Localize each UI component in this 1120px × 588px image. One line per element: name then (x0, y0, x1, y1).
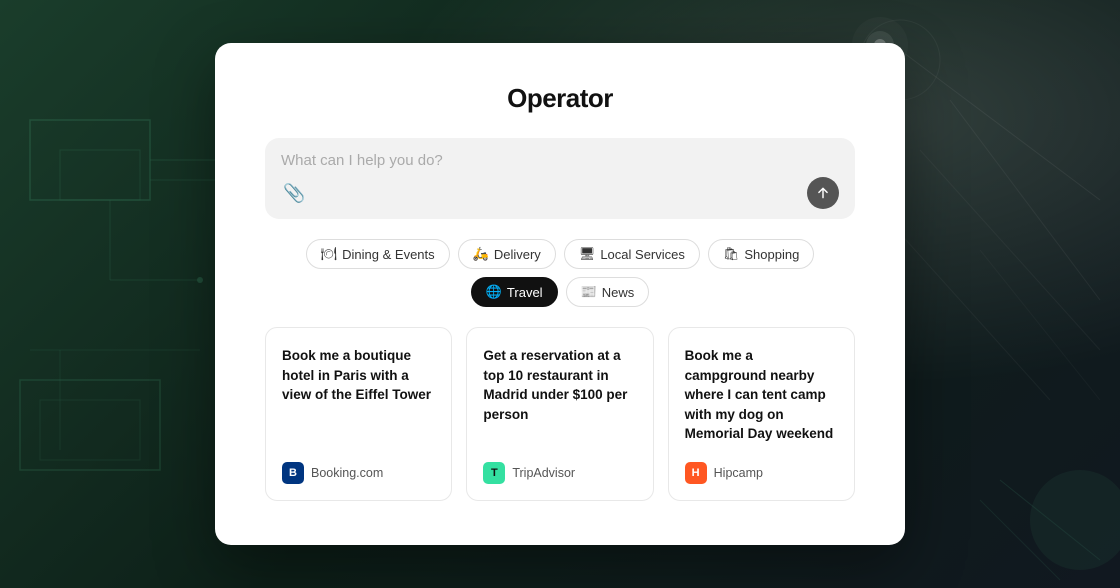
local-icon: 🖥 (579, 246, 596, 262)
filter-tabs: 🍽 Dining & Events 🛵 Delivery 🖥 Local Services… (265, 239, 855, 307)
page-title: Operator (265, 83, 855, 114)
main-modal: Operator 📎 🍽 Dining & Events 🛵 Delivery 🖥 Loc… (215, 43, 905, 545)
shopping-label: Shopping (744, 247, 799, 262)
shopping-icon: 🛍 (723, 246, 740, 262)
dining-icon: 🍽 (321, 246, 338, 262)
delivery-icon: 🛵 (473, 246, 489, 262)
delivery-label: Delivery (494, 247, 541, 262)
local-label: Local Services (600, 247, 685, 262)
search-actions: 📎 (281, 177, 839, 209)
tripadvisor-logo: T (483, 462, 505, 484)
card-campground-footer: H Hipcamp (685, 462, 838, 484)
card-campground[interactable]: Book me a campground nearby where I can … (668, 327, 855, 501)
search-input[interactable] (281, 152, 839, 169)
booking-brand-name: Booking.com (311, 466, 383, 480)
tripadvisor-brand-name: TripAdvisor (512, 466, 575, 480)
hipcamp-brand-name: Hipcamp (714, 466, 763, 480)
booking-logo: B (282, 462, 304, 484)
cards-row: Book me a boutique hotel in Paris with a… (265, 327, 855, 501)
card-madrid-footer: T TripAdvisor (483, 462, 636, 484)
filter-tab-dining[interactable]: 🍽 Dining & Events (306, 239, 450, 269)
travel-label: Travel (507, 285, 543, 300)
news-icon: 📰 (581, 284, 597, 300)
filter-tab-news[interactable]: 📰 News (566, 277, 650, 307)
filter-tab-local[interactable]: 🖥 Local Services (564, 239, 700, 269)
card-madrid-text: Get a reservation at a top 10 restaurant… (483, 346, 636, 444)
card-campground-text: Book me a campground nearby where I can … (685, 346, 838, 444)
filter-tab-shopping[interactable]: 🛍 Shopping (708, 239, 814, 269)
filter-tab-delivery[interactable]: 🛵 Delivery (458, 239, 556, 269)
card-paris[interactable]: Book me a boutique hotel in Paris with a… (265, 327, 452, 501)
send-button[interactable] (807, 177, 839, 209)
search-box: 📎 (265, 138, 855, 219)
dining-label: Dining & Events (342, 247, 435, 262)
card-madrid[interactable]: Get a reservation at a top 10 restaurant… (466, 327, 653, 501)
attach-icon[interactable]: 📎 (281, 181, 307, 206)
hipcamp-logo: H (685, 462, 707, 484)
news-label: News (602, 285, 635, 300)
filter-tab-travel[interactable]: 🌐 Travel (471, 277, 558, 307)
card-paris-footer: B Booking.com (282, 462, 435, 484)
travel-icon: 🌐 (486, 284, 502, 300)
card-paris-text: Book me a boutique hotel in Paris with a… (282, 346, 435, 444)
